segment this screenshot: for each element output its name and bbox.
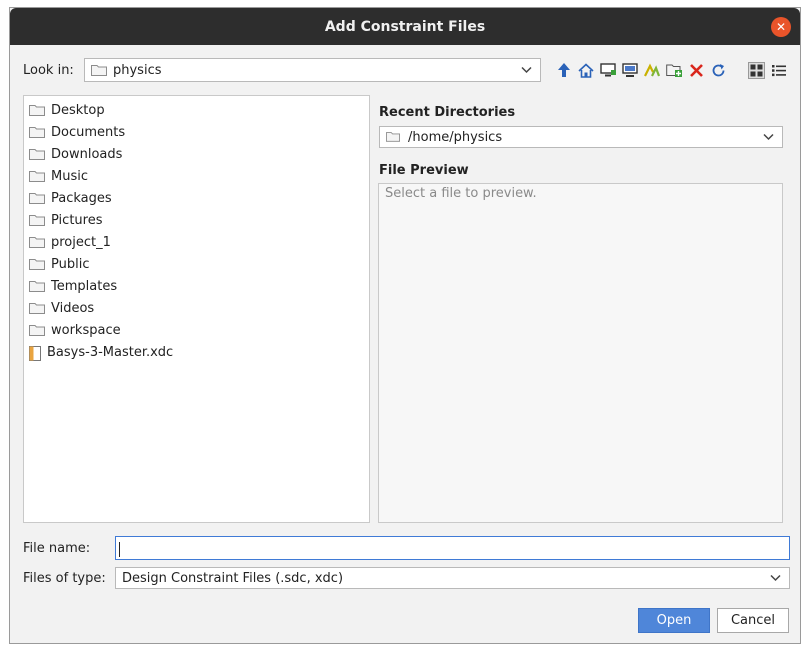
file-type-select[interactable]: Design Constraint Files (.sdc, xdc) [115,567,790,589]
list-item[interactable]: Basys-3-Master.xdc [29,341,173,363]
list-item[interactable]: Desktop [29,99,105,121]
recent-directory-value: /home/physics [408,129,503,145]
list-item-label: Pictures [51,212,103,228]
file-type-label: Files of type: [23,571,106,586]
vivado-icon[interactable] [643,61,661,79]
close-button[interactable]: ✕ [771,17,791,37]
list-item[interactable]: Music [29,165,88,187]
folder-icon [29,148,45,160]
folder-icon [29,104,45,116]
dialog-window: Add Constraint Files ✕ Look in: physics [9,7,801,644]
folder-icon [91,64,107,76]
list-item-label: Basys-3-Master.xdc [47,344,174,360]
list-item-label: Templates [51,278,118,294]
delete-icon[interactable] [687,61,705,79]
look-in-combo[interactable]: physics [84,58,541,82]
list-item[interactable]: Downloads [29,143,122,165]
close-icon: ✕ [775,20,787,34]
file-preview-placeholder: Select a file to preview. [385,186,537,201]
folder-icon [29,126,45,138]
file-preview-title: File Preview [379,163,469,178]
list-item[interactable]: Documents [29,121,125,143]
recent-directories-combo[interactable]: /home/physics [379,126,783,148]
chevron-down-icon [763,130,774,145]
up-folder-icon[interactable] [555,61,573,79]
recent-directories-title: Recent Directories [379,105,516,120]
home-icon[interactable] [577,61,595,79]
list-item-label: workspace [51,322,121,338]
folder-icon [29,324,45,336]
list-item[interactable]: Templates [29,275,117,297]
list-item[interactable]: Packages [29,187,112,209]
folder-icon [29,302,45,314]
cancel-button[interactable]: Cancel [717,608,789,633]
list-item-label: Public [51,256,90,272]
list-item[interactable]: Videos [29,297,94,319]
list-item-label: project_1 [51,234,111,250]
folder-icon [29,236,45,248]
list-item[interactable]: project_1 [29,231,111,253]
file-list[interactable]: Desktop Documents Downloads Music Packag… [23,95,370,523]
list-item[interactable]: Pictures [29,209,102,231]
file-preview-pane: Select a file to preview. [378,183,783,523]
list-item-label: Packages [51,190,112,206]
open-button[interactable]: Open [638,608,710,633]
folder-icon [29,258,45,270]
title-bar: Add Constraint Files ✕ [10,8,800,45]
refresh-icon[interactable] [709,61,727,79]
desktop-icon[interactable] [599,61,617,79]
folder-icon [29,192,45,204]
dialog-title: Add Constraint Files [324,18,486,35]
list-item-label: Downloads [51,146,123,162]
chevron-down-icon [521,63,532,78]
file-name-label: File name: [23,541,91,556]
list-item[interactable]: Public [29,253,89,275]
xdc-file-icon [29,346,41,361]
look-in-value: physics [113,62,162,78]
look-in-label: Look in: [23,63,74,78]
chevron-down-icon [770,571,781,586]
grid-view-icon[interactable] [747,61,765,79]
list-item-label: Desktop [51,102,105,118]
text-caret [119,542,120,557]
computer-icon[interactable] [621,61,639,79]
list-item-label: Videos [51,300,95,316]
folder-icon [29,170,45,182]
list-item-label: Documents [51,124,126,140]
list-item-label: Music [51,168,88,184]
list-item[interactable]: workspace [29,319,121,341]
folder-icon [386,131,402,143]
file-name-field[interactable] [115,536,790,560]
file-type-value: Design Constraint Files (.sdc, xdc) [122,570,344,586]
folder-icon [29,280,45,292]
list-view-icon[interactable] [770,61,788,79]
new-folder-icon[interactable] [665,61,683,79]
folder-icon [29,214,45,226]
